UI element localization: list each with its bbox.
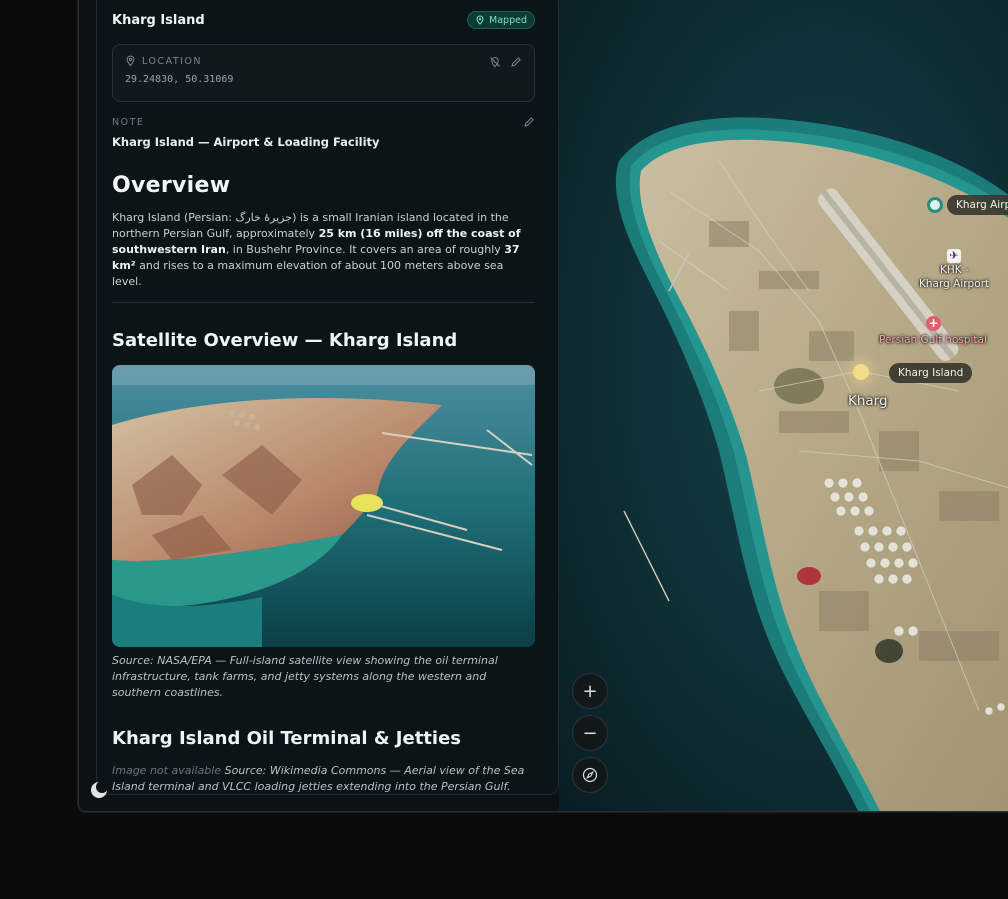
map-pin-icon xyxy=(476,15,484,25)
satellite-caption: Source: NASA/EPA — Full-island satellite… xyxy=(112,654,498,699)
location-pin-icon xyxy=(126,55,135,67)
location-label-row: LOCATION xyxy=(125,55,522,67)
image-unavailable-text: Image not available xyxy=(112,764,222,777)
place-header: Kharg Island Mapped xyxy=(112,10,535,30)
map-label-kharg-town: Kharg xyxy=(848,393,888,409)
overview-text-d: and rises to a maximum elevation of abou… xyxy=(112,259,504,288)
overview-text-c: , in Bushehr Province. It covers an area… xyxy=(225,243,505,256)
airport-marker[interactable] xyxy=(927,197,943,213)
satellite-photo[interactable] xyxy=(112,365,535,647)
note-text: Kharg Island — Airport & Loading Facilit… xyxy=(112,135,380,149)
satellite-heading: Satellite Overview — Kharg Island xyxy=(112,330,458,351)
map-imagery xyxy=(559,0,1008,811)
terminal-caption: Image not available Source: Wikimedia Co… xyxy=(112,763,535,794)
satellite-map[interactable]: Kharg Airp ✈ KHK - Kharg Airport + Persi… xyxy=(559,0,1008,811)
place-detail-panel[interactable]: Kharg Island Mapped LOCATION 29.24830, 5… xyxy=(96,0,559,795)
compass-button[interactable] xyxy=(572,757,608,793)
location-label: LOCATION xyxy=(142,55,203,67)
selected-place-marker[interactable] xyxy=(853,364,869,380)
location-card: LOCATION 29.24830, 50.31069 xyxy=(112,44,535,102)
app-window: Kharg Airp ✈ KHK - Kharg Airport + Persi… xyxy=(78,0,1008,812)
compass-icon xyxy=(582,767,598,783)
mapped-badge: Mapped xyxy=(467,11,535,29)
zoom-out-button[interactable]: − xyxy=(572,715,608,751)
section-divider xyxy=(112,302,535,303)
note-header: NOTE xyxy=(112,116,535,128)
map-label-kharg-airport-pill[interactable]: Kharg Airp xyxy=(947,195,1008,215)
edit-location-icon[interactable] xyxy=(510,56,522,68)
map-label-hospital: Persian Gulf hospital xyxy=(879,334,987,346)
map-label-kharg-airport: Kharg Airport xyxy=(919,278,990,290)
satellite-photo-image xyxy=(112,365,535,647)
mapped-badge-label: Mapped xyxy=(489,14,527,26)
map-label-kharg-island-pill[interactable]: Kharg Island xyxy=(889,363,973,383)
airport-icon[interactable]: ✈ xyxy=(947,249,961,263)
map-label-khk: KHK - xyxy=(940,264,969,276)
overview-heading: Overview xyxy=(112,173,231,198)
hospital-icon[interactable]: + xyxy=(926,316,941,331)
edit-note-icon[interactable] xyxy=(523,116,535,128)
location-actions xyxy=(489,56,522,68)
note-label: NOTE xyxy=(112,116,145,128)
zoom-in-button[interactable]: + xyxy=(572,673,608,709)
hide-location-icon[interactable] xyxy=(489,56,501,68)
place-title: Kharg Island xyxy=(112,12,205,28)
terminal-heading: Kharg Island Oil Terminal & Jetties xyxy=(112,728,462,749)
overview-paragraph: Kharg Island (Persian: جزیرهٔ خارگ) is a… xyxy=(112,210,535,290)
panel-content: Kharg Island Mapped LOCATION 29.24830, 5… xyxy=(112,10,535,794)
app-logo-icon xyxy=(91,781,108,798)
location-coordinates: 29.24830, 50.31069 xyxy=(125,74,234,85)
